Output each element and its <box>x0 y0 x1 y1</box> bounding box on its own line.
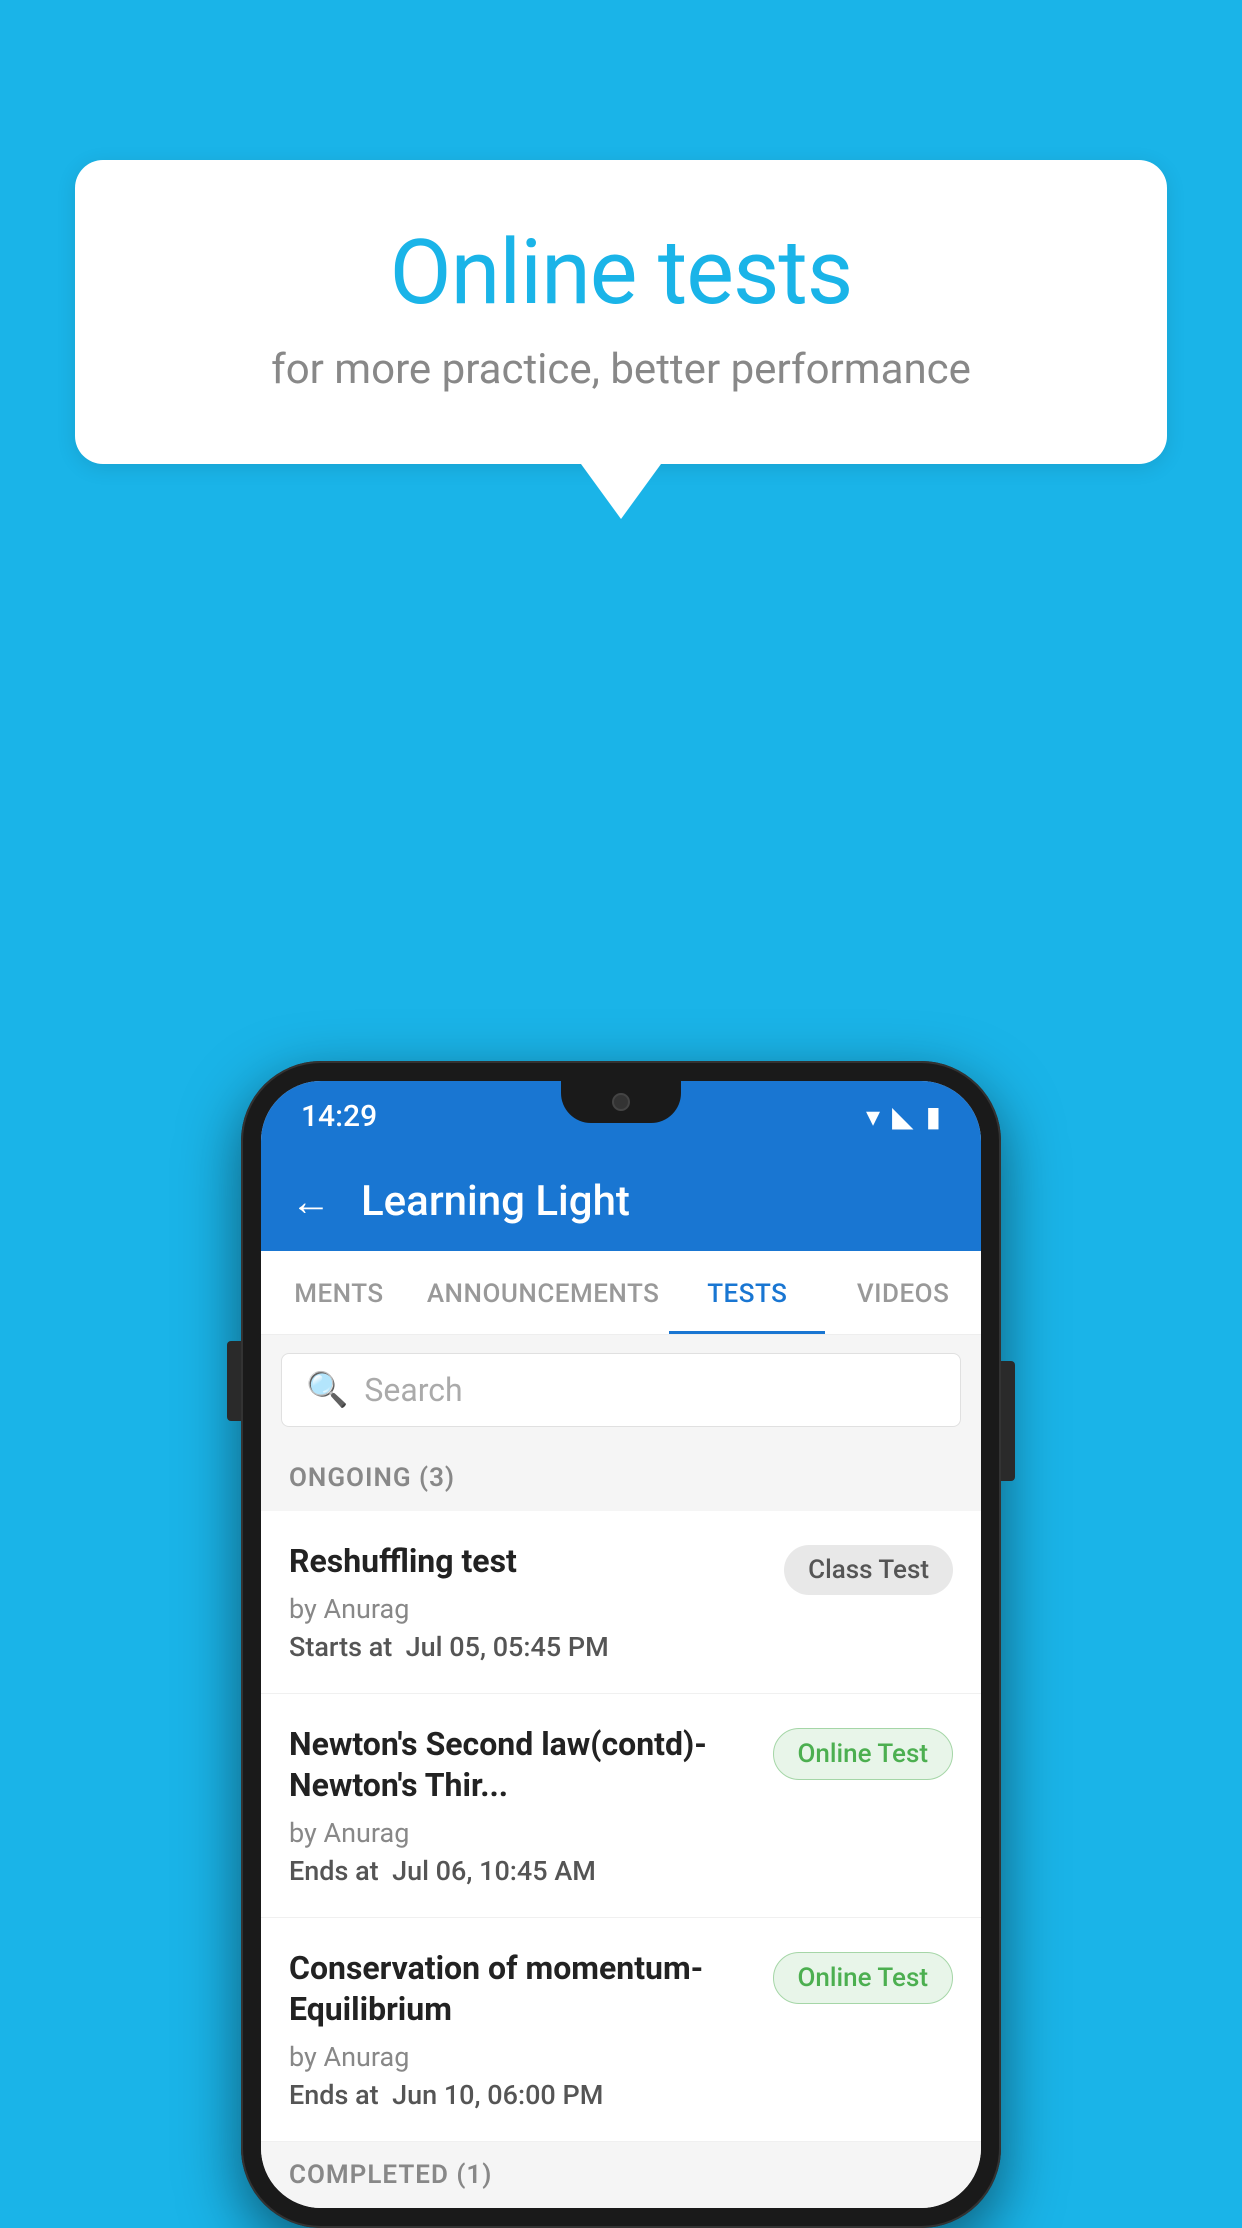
test-item-2-badge: Online Test <box>773 1728 954 1780</box>
app-bar-title: Learning Light <box>361 1177 630 1226</box>
ongoing-section-header: ONGOING (3) <box>261 1445 981 1511</box>
status-bar: 14:29 ▾ ◣ ▮ <box>261 1081 981 1151</box>
speech-bubble: Online tests for more practice, better p… <box>75 160 1167 464</box>
test-item-3[interactable]: Conservation of momentum-Equilibrium by … <box>261 1918 981 2142</box>
test-item-1-title: Reshuffling test <box>289 1541 764 1583</box>
test-item-2-date: Ends at Jul 06, 10:45 AM <box>289 1855 753 1887</box>
wifi-icon: ▾ <box>866 1100 880 1133</box>
ongoing-label: ONGOING (3) <box>289 1463 455 1493</box>
search-input-wrapper[interactable]: 🔍 Search <box>281 1353 961 1427</box>
test-item-3-badge: Online Test <box>773 1952 954 2004</box>
test-item-3-author: by Anurag <box>289 2041 753 2073</box>
test-item-1-badge: Class Test <box>784 1545 953 1595</box>
tabs-bar: MENTS ANNOUNCEMENTS TESTS VIDEOS <box>261 1251 981 1335</box>
status-icons: ▾ ◣ ▮ <box>866 1100 941 1133</box>
tab-announcements[interactable]: ANNOUNCEMENTS <box>417 1251 670 1334</box>
tab-tests[interactable]: TESTS <box>669 1251 825 1334</box>
speech-bubble-subtitle: for more practice, better performance <box>155 345 1087 394</box>
battery-icon: ▮ <box>926 1100 941 1133</box>
notch <box>561 1081 681 1123</box>
completed-label: COMPLETED (1) <box>289 2160 492 2190</box>
signal-icon: ◣ <box>892 1100 914 1133</box>
test-item-1-left: Reshuffling test by Anurag Starts at Jul… <box>289 1541 784 1663</box>
tab-ments[interactable]: MENTS <box>261 1251 417 1334</box>
speech-bubble-title: Online tests <box>155 220 1087 325</box>
app-bar: ← Learning Light <box>261 1151 981 1251</box>
test-item-2-author: by Anurag <box>289 1817 753 1849</box>
speech-bubble-section: Online tests for more practice, better p… <box>75 160 1167 519</box>
test-item-3-date: Ends at Jun 10, 06:00 PM <box>289 2079 753 2111</box>
test-item-1[interactable]: Reshuffling test by Anurag Starts at Jul… <box>261 1511 981 1694</box>
test-item-1-date: Starts at Jul 05, 05:45 PM <box>289 1631 764 1663</box>
test-item-2[interactable]: Newton's Second law(contd)-Newton's Thir… <box>261 1694 981 1918</box>
test-item-1-author: by Anurag <box>289 1593 764 1625</box>
test-item-2-left: Newton's Second law(contd)-Newton's Thir… <box>289 1724 773 1887</box>
back-button[interactable]: ← <box>291 1178 331 1225</box>
status-time: 14:29 <box>301 1099 377 1134</box>
phone-wrapper: 14:29 ▾ ◣ ▮ ← Learning Light MENTS ANNOU… <box>241 1061 1001 2228</box>
phone-frame: 14:29 ▾ ◣ ▮ ← Learning Light MENTS ANNOU… <box>241 1061 1001 2228</box>
search-icon: 🔍 <box>306 1370 348 1410</box>
phone-screen: 14:29 ▾ ◣ ▮ ← Learning Light MENTS ANNOU… <box>261 1081 981 2208</box>
tab-videos[interactable]: VIDEOS <box>825 1251 981 1334</box>
search-placeholder: Search <box>364 1371 462 1409</box>
test-item-2-title: Newton's Second law(contd)-Newton's Thir… <box>289 1724 753 1807</box>
completed-section-header: COMPLETED (1) <box>261 2142 981 2208</box>
test-item-3-title: Conservation of momentum-Equilibrium <box>289 1948 753 2031</box>
search-container: 🔍 Search <box>261 1335 981 1445</box>
test-item-3-left: Conservation of momentum-Equilibrium by … <box>289 1948 773 2111</box>
speech-bubble-tail <box>581 464 661 519</box>
camera-dot <box>612 1093 630 1111</box>
